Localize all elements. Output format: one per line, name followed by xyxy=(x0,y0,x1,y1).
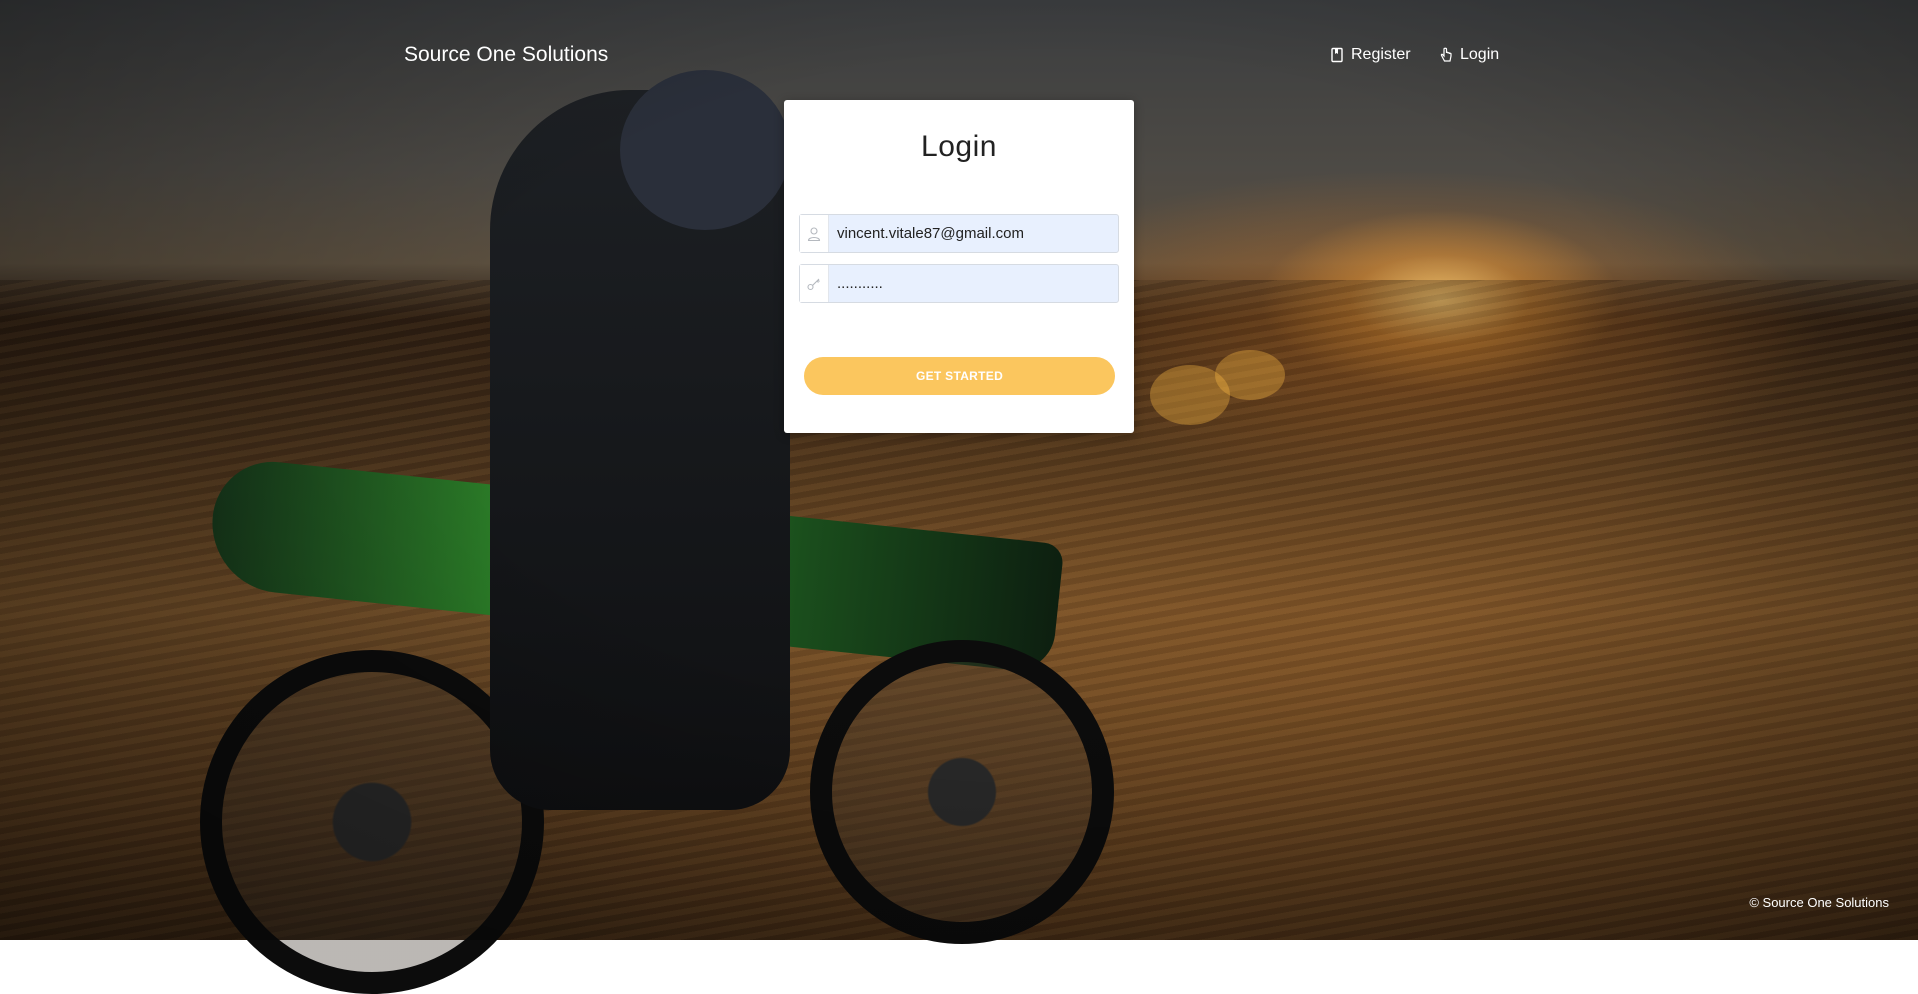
email-input[interactable] xyxy=(829,215,1118,252)
book-icon xyxy=(1331,47,1343,63)
key-icon xyxy=(807,278,820,290)
nav-register-link[interactable]: Register xyxy=(1329,46,1411,64)
brand-title[interactable]: Source One Solutions xyxy=(404,43,608,67)
user-icon xyxy=(807,226,821,241)
password-field-wrapper xyxy=(799,264,1119,303)
nav-login-link[interactable]: Login xyxy=(1438,46,1499,64)
email-field-wrapper xyxy=(799,214,1119,253)
nav-login-label: Login xyxy=(1460,46,1500,63)
hand-pointer-icon xyxy=(1440,47,1452,62)
get-started-button[interactable]: GET STARTED xyxy=(804,357,1115,395)
nav-register-label: Register xyxy=(1351,46,1411,63)
password-input[interactable] xyxy=(829,265,1118,302)
password-icon-cell xyxy=(800,265,829,302)
footer-copyright: © Source One Solutions xyxy=(1749,895,1889,910)
login-card: Login GET STARTED xyxy=(784,100,1134,433)
login-title: Login xyxy=(921,130,997,163)
email-icon-cell xyxy=(800,215,829,252)
